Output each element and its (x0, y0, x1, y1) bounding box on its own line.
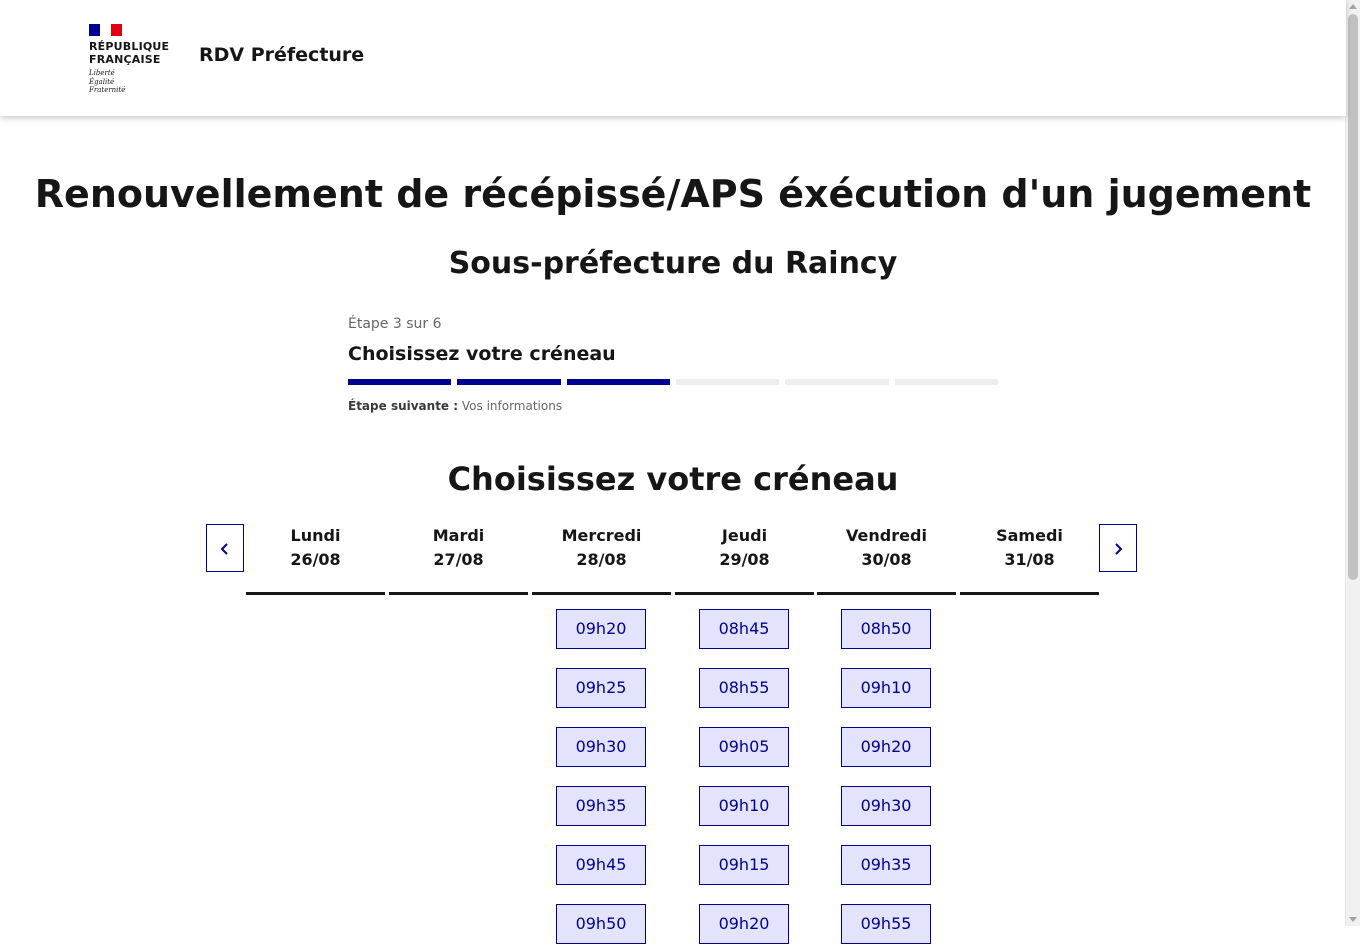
motto-line: Fraternité (89, 86, 126, 94)
day-name: Jeudi (721, 526, 768, 545)
slots-title: Choisissez votre créneau (447, 460, 899, 498)
step-bar (566, 379, 670, 385)
time-slot-button[interactable]: 09h05 (699, 727, 789, 767)
french-flag-icon (89, 24, 122, 36)
time-slot-button[interactable]: 09h25 (556, 668, 646, 708)
time-slot-button[interactable]: 09h30 (841, 786, 931, 826)
day-date: 29/08 (719, 550, 770, 569)
chevron-right-icon (1115, 543, 1123, 555)
day-header: Mercredi 28/08 (532, 524, 671, 595)
day-name: Vendredi (846, 526, 927, 545)
day-date: 26/08 (290, 550, 341, 569)
step-progress-bars (348, 379, 998, 385)
day-header: Samedi 31/08 (960, 524, 1099, 595)
next-week-button[interactable] (1099, 524, 1137, 572)
prefecture-name: Sous-préfecture du Raincy (448, 246, 898, 281)
time-slot-button[interactable]: 09h20 (841, 727, 931, 767)
day-column: Samedi 31/08 (960, 524, 1099, 595)
day-date: 28/08 (576, 550, 627, 569)
day-header: Vendredi 30/08 (817, 524, 956, 595)
time-slot-button[interactable]: 09h10 (699, 786, 789, 826)
step-title: Choisissez votre créneau (348, 343, 616, 365)
day-date: 30/08 (861, 550, 912, 569)
day-column: Jeudi 29/08 08h45 08h55 09h05 09h10 09h15 09h20 (675, 524, 814, 944)
logo-motto: Liberté Égalité Fraternité (89, 69, 179, 95)
scroll-down-arrow-icon[interactable] (1349, 917, 1357, 922)
time-slot-button[interactable]: 08h45 (699, 609, 789, 649)
step-bar (457, 379, 561, 385)
step-bar (348, 379, 452, 385)
time-slot-button[interactable]: 08h50 (841, 609, 931, 649)
time-slot-button[interactable]: 09h45 (556, 845, 646, 885)
day-date: 27/08 (433, 550, 484, 569)
scroll-up-arrow-icon[interactable] (1349, 4, 1357, 9)
day-column: Mercredi 28/08 09h20 09h25 09h30 09h35 09h45 09… (532, 524, 671, 944)
step-count: Étape 3 sur 6 (348, 316, 442, 332)
time-slot-button[interactable]: 09h15 (699, 845, 789, 885)
step-bar (894, 379, 998, 385)
day-name: Samedi (996, 526, 1063, 545)
step-bar (785, 379, 889, 385)
time-slot-button[interactable]: 09h55 (841, 904, 931, 944)
logo-line-1: RÉPUBLIQUE (89, 40, 170, 53)
time-slot-button[interactable]: 09h50 (556, 904, 646, 944)
scrollbar-thumb[interactable] (1348, 14, 1358, 580)
day-header: Mardi 27/08 (389, 524, 528, 595)
chevron-left-icon (220, 543, 228, 555)
day-name: Lundi (290, 526, 341, 545)
page-title: Renouvellement de récépissé/APS éxécutio… (34, 172, 1312, 216)
day-column: Vendredi 30/08 08h50 09h10 09h20 09h30 09h35 09… (817, 524, 956, 944)
vertical-scrollbar[interactable] (1345, 0, 1360, 926)
site-header: RÉPUBLIQUE FRANÇAISE Liberté Égalité Fra… (0, 0, 1346, 116)
next-step-value: Vos informations (461, 399, 563, 413)
logo-line-2: FRANÇAISE (89, 53, 161, 66)
step-bar (675, 379, 780, 385)
day-header: Jeudi 29/08 (675, 524, 814, 595)
day-column: Lundi 26/08 (246, 524, 385, 595)
time-slot-button[interactable]: 09h35 (841, 845, 931, 885)
republique-francaise-logo[interactable]: RÉPUBLIQUE FRANÇAISE Liberté Égalité Fra… (89, 24, 179, 95)
time-slot-button[interactable]: 09h10 (841, 668, 931, 708)
day-date: 31/08 (1004, 550, 1055, 569)
previous-week-button[interactable] (206, 524, 244, 572)
time-slot-button[interactable]: 09h20 (699, 904, 789, 944)
time-slot-button[interactable]: 09h20 (556, 609, 646, 649)
next-step: Étape suivante : Vos informations (348, 399, 998, 413)
day-name: Mardi (432, 526, 485, 545)
service-title[interactable]: RDV Préfecture (199, 44, 364, 66)
time-slot-button[interactable]: 09h30 (556, 727, 646, 767)
motto-line: Liberté (89, 69, 115, 77)
time-slot-button[interactable]: 09h35 (556, 786, 646, 826)
motto-line: Égalité (89, 77, 115, 86)
stepper: Étape 3 sur 6 Choisissez votre créneau É… (348, 316, 998, 413)
time-slot-button[interactable]: 08h55 (699, 668, 789, 708)
day-column: Mardi 27/08 (389, 524, 528, 595)
day-name: Mercredi (561, 526, 642, 545)
next-step-label: Étape suivante : (348, 399, 459, 413)
day-header: Lundi 26/08 (246, 524, 385, 595)
